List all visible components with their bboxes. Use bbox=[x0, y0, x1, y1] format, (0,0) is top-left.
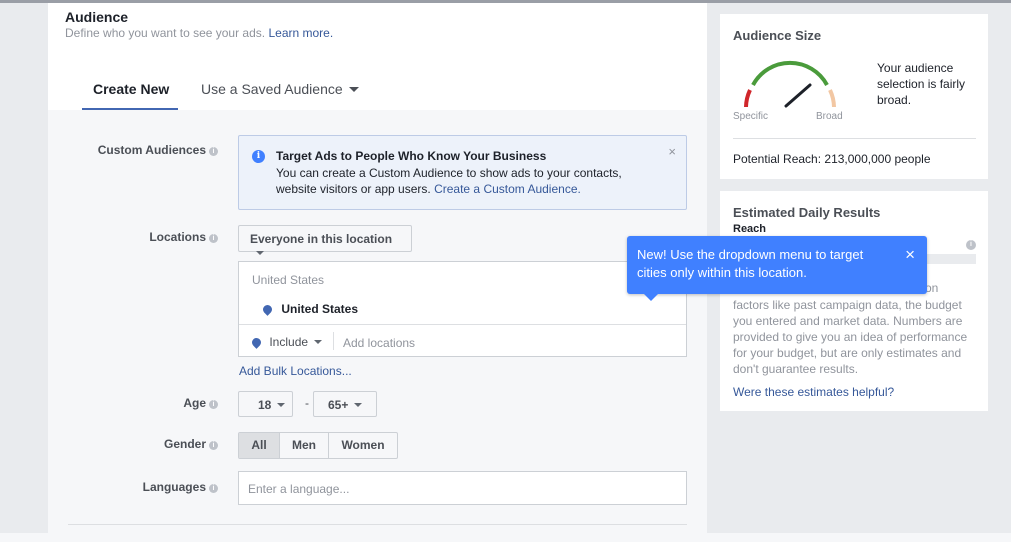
close-icon[interactable]: × bbox=[905, 245, 915, 265]
gauge-low-arc bbox=[744, 89, 752, 108]
location-type-dropdown[interactable]: Everyone in this location bbox=[238, 225, 412, 255]
results-partial-text: on bbox=[925, 281, 939, 295]
daily-results-title: Estimated Daily Results bbox=[733, 205, 881, 220]
reach-label: Reach bbox=[733, 223, 767, 235]
age-min-dropdown[interactable]: 18 bbox=[238, 391, 293, 417]
chevron-down-icon bbox=[354, 403, 363, 407]
location-type-label: Everyone in this location bbox=[250, 232, 393, 246]
age-min-value: 18 bbox=[258, 398, 272, 412]
tab-saved-label: Use a Saved Audience bbox=[201, 81, 343, 97]
info-icon[interactable]: i bbox=[966, 240, 976, 250]
custom-audiences-label-text: Custom Audiences bbox=[97, 143, 206, 157]
age-label-text: Age bbox=[183, 396, 206, 410]
info-box-body: You can create a Custom Audience to show… bbox=[276, 165, 646, 197]
age-max-value: 65+ bbox=[328, 398, 349, 412]
language-input[interactable]: Enter a language... bbox=[238, 471, 687, 505]
results-body: factors like past campaign data, the bud… bbox=[733, 298, 968, 376]
location-box: United States United States Include Add … bbox=[238, 261, 687, 357]
location-list-header: United States bbox=[252, 273, 325, 287]
languages-label-text: Languages bbox=[142, 480, 206, 494]
gauge-needle bbox=[784, 83, 812, 108]
audience-panel: Audience Define who you want to see your… bbox=[48, 3, 707, 533]
chevron-down-icon bbox=[256, 251, 264, 255]
info-icon[interactable]: i bbox=[209, 441, 218, 450]
location-selected-label: United States bbox=[281, 302, 359, 316]
gauge-specific-label: Specific bbox=[733, 111, 769, 122]
gauge-mid-arc bbox=[751, 60, 829, 86]
tab-saved-audience[interactable]: Use a Saved Audience bbox=[201, 81, 359, 97]
audience-size-title: Audience Size bbox=[733, 28, 822, 43]
location-pin-icon bbox=[250, 336, 263, 349]
daily-results-card: Estimated Daily Results Reach i on facto… bbox=[720, 191, 988, 411]
locations-label: Locations i bbox=[48, 230, 218, 244]
create-custom-audience-link[interactable]: Create a Custom Audience. bbox=[434, 182, 581, 196]
tab-create-new[interactable]: Create New bbox=[82, 65, 178, 110]
gender-option-men[interactable]: Men bbox=[280, 433, 329, 458]
age-label: Age i bbox=[48, 396, 218, 410]
location-selected-item: United States bbox=[261, 302, 359, 316]
tooltip-arrow bbox=[644, 294, 658, 301]
divider bbox=[239, 324, 686, 325]
add-locations-input[interactable]: Add locations bbox=[343, 336, 415, 350]
learn-more-link[interactable]: Learn more. bbox=[268, 26, 333, 40]
custom-audiences-label: Custom Audiences i bbox=[48, 143, 218, 157]
audience-gauge bbox=[744, 60, 836, 108]
info-icon[interactable]: i bbox=[209, 484, 218, 493]
gender-label-text: Gender bbox=[163, 437, 206, 451]
chevron-down-icon bbox=[314, 340, 323, 344]
bottom-strip bbox=[0, 533, 1011, 542]
gauge-high-arc bbox=[828, 89, 836, 108]
chevron-down-icon bbox=[348, 87, 359, 92]
include-dropdown[interactable]: Include bbox=[250, 335, 323, 349]
audience-size-card: Audience Size Specific Broad Your audien… bbox=[720, 14, 988, 179]
custom-audience-info-box: i Target Ads to People Who Know Your Bus… bbox=[238, 135, 687, 210]
targeting-form: Custom Audiences i i Target Ads to People… bbox=[48, 110, 707, 533]
info-icon[interactable]: i bbox=[209, 147, 218, 156]
info-icon[interactable]: i bbox=[209, 234, 218, 243]
section-subtitle: Define who you want to see your ads. Lea… bbox=[65, 26, 333, 40]
languages-label: Languages i bbox=[48, 480, 218, 494]
section-title: Audience bbox=[65, 9, 129, 25]
gauge-broad-label: Broad bbox=[816, 111, 843, 122]
close-icon[interactable]: × bbox=[668, 144, 676, 159]
chevron-down-icon bbox=[277, 403, 286, 407]
divider bbox=[333, 332, 334, 350]
age-max-dropdown[interactable]: 65+ bbox=[313, 391, 377, 417]
tab-create-new-label: Create New bbox=[93, 81, 170, 97]
age-separator: - bbox=[305, 396, 309, 410]
divider bbox=[733, 138, 976, 139]
divider bbox=[68, 524, 687, 525]
new-feature-tooltip: New! Use the dropdown menu to target cit… bbox=[627, 236, 927, 301]
gender-option-women[interactable]: Women bbox=[329, 433, 397, 458]
add-bulk-locations-link[interactable]: Add Bulk Locations... bbox=[239, 364, 352, 378]
include-label: Include bbox=[269, 335, 309, 349]
gender-option-all[interactable]: All bbox=[239, 433, 280, 458]
location-pin-icon bbox=[261, 303, 274, 316]
info-circle-icon: i bbox=[252, 150, 265, 163]
info-box-title: Target Ads to People Who Know Your Busin… bbox=[276, 149, 547, 163]
subtitle-text: Define who you want to see your ads. bbox=[65, 26, 266, 40]
estimates-helpful-link[interactable]: Were these estimates helpful? bbox=[733, 385, 894, 399]
gender-label: Gender i bbox=[48, 437, 218, 451]
audience-size-description: Your audience selection is fairly broad. bbox=[877, 61, 966, 107]
info-icon[interactable]: i bbox=[209, 400, 218, 409]
gender-segmented-control: All Men Women bbox=[238, 432, 398, 459]
potential-reach: Potential Reach: 213,000,000 people bbox=[733, 152, 931, 166]
tooltip-text: New! Use the dropdown menu to target cit… bbox=[637, 247, 864, 280]
locations-label-text: Locations bbox=[149, 230, 206, 244]
